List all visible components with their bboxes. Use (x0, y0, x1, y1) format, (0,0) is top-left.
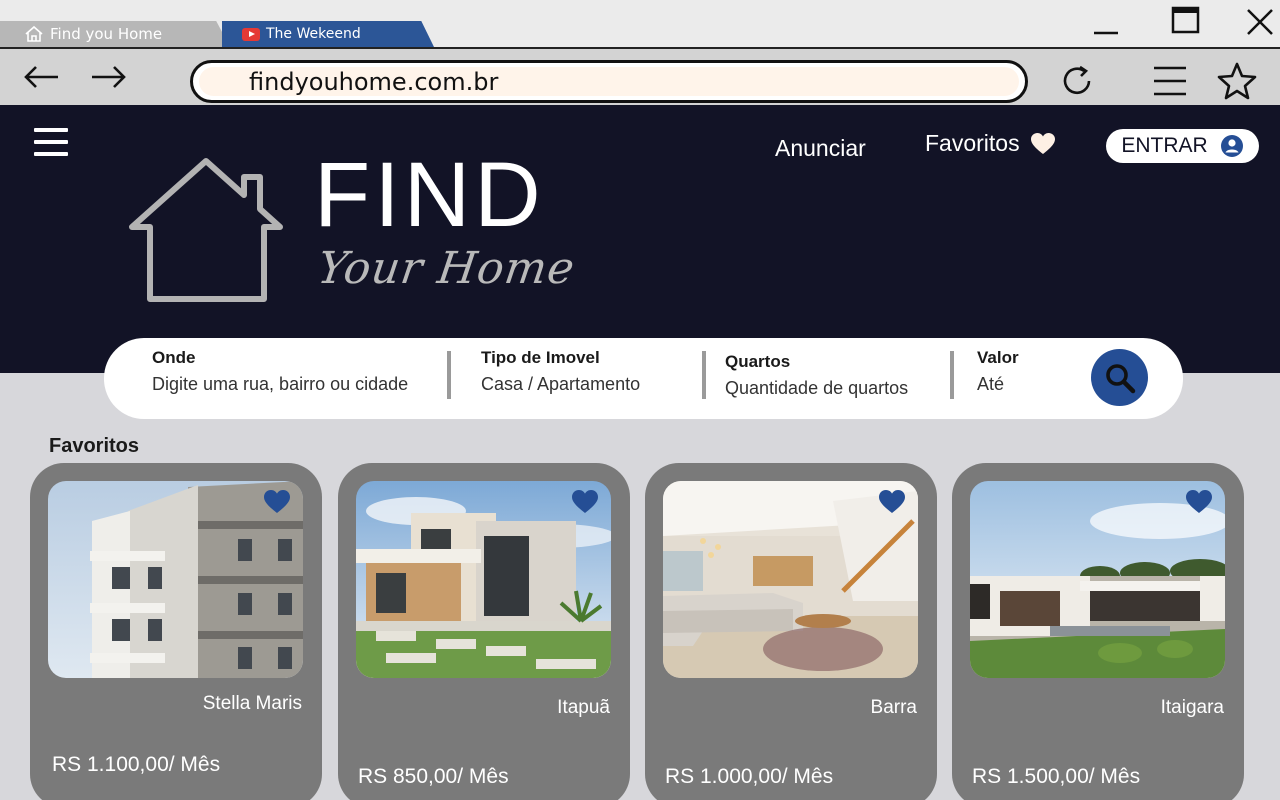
search-field-placeholder[interactable]: Até (977, 374, 1019, 395)
house-logo-icon (129, 158, 283, 302)
search-field-placeholder[interactable]: Digite uma rua, bairro ou cidade (152, 374, 408, 395)
reload-icon[interactable] (1058, 63, 1098, 99)
property-card-itapua[interactable]: Itapuã RS 850,00/ Mês (338, 463, 630, 800)
search-field-valor[interactable]: Valor Até (977, 348, 1019, 395)
search-field-label: Tipo de Imovel (481, 348, 600, 367)
browser-tabbar: Find you Home The Wekeend (0, 0, 1280, 47)
property-photo[interactable] (356, 481, 611, 678)
property-photo[interactable] (48, 481, 303, 678)
hamburger-menu-icon[interactable] (34, 128, 68, 158)
nav-favoritos-label: Favoritos (925, 130, 1020, 156)
minimize-icon[interactable] (1088, 4, 1124, 40)
browser-menu-icon[interactable] (1150, 63, 1190, 99)
user-avatar-icon (1220, 135, 1243, 157)
close-icon[interactable] (1242, 4, 1278, 40)
property-location: Itaigara (1160, 697, 1224, 718)
property-card-stella-maris[interactable]: Stella Maris RS 1.100,00/ Mês (30, 463, 322, 800)
entrar-label: ENTRAR (1121, 134, 1208, 157)
favorite-heart-icon[interactable] (878, 489, 906, 515)
property-location: Itapuã (557, 697, 610, 718)
divider (702, 351, 706, 399)
property-photo[interactable] (970, 481, 1225, 678)
tab-the-wekeend[interactable]: The Wekeend (222, 21, 434, 47)
property-search-bar: Onde Digite uma rua, bairro ou cidade Ti… (104, 338, 1183, 419)
tab-find-you-home[interactable]: Find you Home (0, 21, 230, 47)
search-button[interactable] (1091, 349, 1148, 406)
property-price: RS 1.000,00/ Mês (665, 765, 834, 788)
search-icon (1105, 363, 1135, 393)
logo-subtitle: Your Home (314, 243, 579, 294)
search-field-label: Quartos (725, 352, 791, 371)
property-price: RS 1.100,00/ Mês (52, 753, 221, 776)
search-field-placeholder[interactable]: Casa / Apartamento (481, 374, 640, 395)
search-field-tipo-imovel[interactable]: Tipo de Imovel Casa / Apartamento (481, 348, 640, 395)
tab-label: The Wekeend (266, 26, 361, 42)
property-price: RS 850,00/ Mês (358, 765, 509, 788)
back-arrow-icon[interactable] (22, 61, 62, 93)
nav-anunciar-link[interactable]: Anunciar (775, 135, 866, 162)
favorite-heart-icon[interactable] (263, 489, 291, 515)
search-field-placeholder[interactable]: Quantidade de quartos (725, 378, 908, 399)
property-location: Barra (870, 697, 917, 718)
browser-navbar: findyouhome.com.br (0, 47, 1280, 105)
favorite-heart-icon[interactable] (1185, 489, 1213, 515)
divider (447, 351, 451, 399)
maximize-icon[interactable] (1168, 4, 1204, 40)
property-price: RS 1.500,00/ Mês (972, 765, 1141, 788)
property-location: Stella Maris (202, 693, 302, 714)
youtube-icon (242, 27, 260, 41)
forward-arrow-icon[interactable] (88, 61, 128, 93)
logo-title: FIND (314, 144, 545, 246)
favorite-heart-icon[interactable] (571, 489, 599, 515)
entrar-button[interactable]: ENTRAR (1106, 129, 1259, 163)
url-text[interactable]: findyouhome.com.br (199, 67, 1019, 96)
nav-favoritos-link[interactable]: Favoritos (925, 130, 1056, 157)
home-icon (25, 25, 43, 42)
site-header: FIND Your Home Anunciar Favoritos ENTRAR (0, 105, 1280, 373)
search-field-label: Onde (152, 348, 196, 367)
property-card-itaigara[interactable]: Itaigara RS 1.500,00/ Mês (952, 463, 1244, 800)
property-photo[interactable] (663, 481, 918, 678)
heart-icon (1030, 132, 1055, 154)
property-card-barra[interactable]: Barra RS 1.000,00/ Mês (645, 463, 937, 800)
search-field-label: Valor (977, 348, 1019, 367)
tab-label: Find you Home (50, 25, 163, 43)
bookmark-star-icon[interactable] (1216, 61, 1258, 101)
search-field-quartos[interactable]: Quartos Quantidade de quartos (725, 352, 908, 399)
divider (950, 351, 954, 399)
favorites-section-title: Favoritos (49, 435, 140, 457)
search-field-onde[interactable]: Onde Digite uma rua, bairro ou cidade (152, 348, 408, 395)
address-bar[interactable]: findyouhome.com.br (190, 60, 1028, 103)
